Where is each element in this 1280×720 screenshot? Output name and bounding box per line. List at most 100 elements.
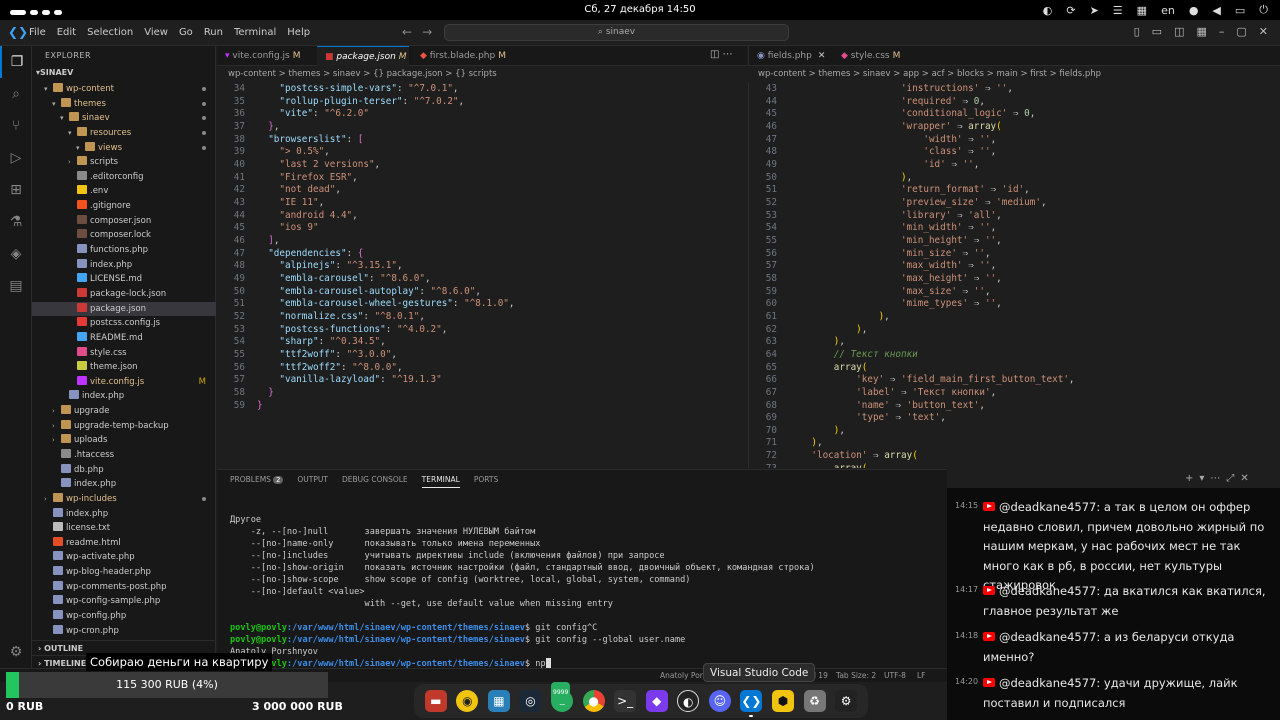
- file-tree-item[interactable]: postcss.config.js: [32, 316, 216, 331]
- tab-fields-php[interactable]: ◉ fields.php ✕: [749, 46, 833, 66]
- code-line[interactable]: 52 "normalize.css": "^8.0.1",: [217, 311, 425, 324]
- tab-debug-console[interactable]: DEBUG CONSOLE: [342, 475, 408, 488]
- code-line[interactable]: 40 "last 2 versions",: [217, 159, 380, 172]
- settings-gear-icon[interactable]: ⚙: [0, 636, 32, 668]
- code-line[interactable]: 47 "dependencies": {: [217, 248, 364, 261]
- code-line[interactable]: 68 'name' ⇒ 'button_text',: [749, 400, 985, 413]
- code-line[interactable]: 67 'label' ⇒ 'Текст кнопки',: [749, 387, 996, 400]
- code-line[interactable]: 37 },: [217, 121, 280, 134]
- file-tree-item[interactable]: style.css: [32, 346, 216, 361]
- code-line[interactable]: 43 "IE 11",: [217, 197, 324, 210]
- code-line[interactable]: 36 "vite": "^6.2.0": [217, 108, 369, 121]
- tab-vite-config[interactable]: ▾ vite.config.js M: [217, 46, 317, 66]
- code-line[interactable]: 43 'instructions' ⇒ '',: [749, 83, 1013, 96]
- code-line[interactable]: 54 "sharp": "^0.34.5",: [217, 336, 386, 349]
- file-tree-item[interactable]: package-lock.json: [32, 287, 216, 302]
- add-terminal-icon[interactable]: +: [1185, 473, 1199, 484]
- code-line[interactable]: 52 'preview_size' ⇒ 'medium',: [749, 197, 1047, 210]
- code-line[interactable]: 53 'library' ⇒ 'all',: [749, 210, 1002, 223]
- code-line[interactable]: 58 'max_height' ⇒ '',: [749, 273, 1002, 286]
- forward-arrow-icon[interactable]: →: [422, 25, 442, 39]
- messenger-badge-icon[interactable]: 9999✆: [551, 682, 574, 712]
- gamepad-icon[interactable]: ⬢: [771, 690, 794, 712]
- close-panel-icon[interactable]: ✕: [1240, 473, 1254, 484]
- opera-icon[interactable]: ◐: [1043, 4, 1053, 17]
- power-icon[interactable]: ⏻: [1259, 3, 1268, 17]
- mic-icon[interactable]: ●: [1189, 4, 1199, 17]
- code-line[interactable]: 54 'min_width' ⇒ '',: [749, 222, 996, 235]
- code-line[interactable]: 62 ),: [749, 324, 868, 337]
- file-tree-item[interactable]: README.md: [32, 331, 216, 346]
- tab-terminal[interactable]: TERMINAL: [421, 475, 460, 488]
- source-control-icon[interactable]: ⑂: [0, 110, 32, 142]
- code-line[interactable]: 56 'min_size' ⇒ '',: [749, 248, 991, 261]
- file-tree-item[interactable]: vite.config.js M: [32, 375, 216, 390]
- code-line[interactable]: 45 "ios 9": [217, 222, 319, 235]
- code-line[interactable]: 61 ),: [749, 311, 890, 324]
- code-line[interactable]: 45 'conditional_logic' ⇒ 0,: [749, 108, 1036, 121]
- file-tree-item[interactable]: wp-activate.php: [32, 550, 216, 565]
- left-breadcrumb[interactable]: wp-content > themes > sinaev > {} packag…: [228, 66, 497, 83]
- code-line[interactable]: 57 'max_width' ⇒ '',: [749, 260, 996, 273]
- chrome-icon[interactable]: ●: [582, 690, 605, 712]
- code-line[interactable]: 47 'width' ⇒ '',: [749, 134, 996, 147]
- code-line[interactable]: 53 "postcss-functions": "^4.0.2",: [217, 324, 448, 337]
- file-tree-item[interactable]: wp-config.php: [32, 609, 216, 624]
- refresh-icon[interactable]: ⟳: [1066, 4, 1075, 17]
- back-arrow-icon[interactable]: ←: [402, 25, 422, 39]
- code-line[interactable]: 49 "embla-carousel": "^8.6.0",: [217, 273, 431, 286]
- split-editor-icon[interactable]: ◫ ⋯: [710, 49, 733, 60]
- file-tree-item[interactable]: .gitignore: [32, 199, 216, 214]
- menu-go[interactable]: Go: [179, 27, 193, 38]
- code-line[interactable]: 48 'class' ⇒ '',: [749, 146, 996, 159]
- testing-icon[interactable]: ⚗: [0, 206, 32, 238]
- extensions-icon[interactable]: ⊞: [0, 174, 32, 206]
- menu-run[interactable]: Run: [204, 27, 223, 38]
- code-line[interactable]: 35 "rollup-plugin-terser": "^7.0.2",: [217, 96, 464, 109]
- file-tree-item[interactable]: ▾ wp-content: [32, 82, 216, 97]
- menu-view[interactable]: View: [144, 27, 168, 38]
- file-tree-item[interactable]: ▾ sinaev: [32, 111, 216, 126]
- status-eol[interactable]: LF: [917, 671, 926, 680]
- store-icon[interactable]: ▦: [487, 690, 510, 712]
- tab-problems[interactable]: PROBLEMS 2: [230, 475, 284, 488]
- trash-icon[interactable]: ♻: [803, 690, 826, 712]
- terminal-output[interactable]: Другое -z, --[no-]null завершать значени…: [230, 514, 940, 670]
- file-tree-item[interactable]: readme.html: [32, 536, 216, 551]
- file-tree-item[interactable]: ▾ views: [32, 141, 216, 156]
- settings-icon[interactable]: ⚙: [835, 690, 858, 712]
- status-encoding[interactable]: UTF-8: [884, 671, 906, 680]
- menu-edit[interactable]: Edit: [57, 27, 76, 38]
- terminal-icon[interactable]: >_: [614, 690, 637, 712]
- steam-icon[interactable]: ◎: [519, 690, 542, 712]
- file-tree-item[interactable]: license.txt: [32, 521, 216, 536]
- code-line[interactable]: 50 ),: [749, 172, 912, 185]
- more-icon[interactable]: ⋯: [1210, 473, 1226, 484]
- code-line[interactable]: 56 "ttf2woff2": "^8.0.0",: [217, 362, 403, 375]
- vscode-icon[interactable]: ❮❯: [740, 690, 763, 717]
- code-line[interactable]: 38 "browserslist": [: [217, 134, 364, 147]
- code-line[interactable]: 50 "embla-carousel-autoplay": "^8.6.0",: [217, 286, 481, 299]
- code-line[interactable]: 55 'min_height' ⇒ '',: [749, 235, 1002, 248]
- layout-panel-icon[interactable]: ▭: [1152, 25, 1162, 38]
- file-tree-item[interactable]: › upgrade: [32, 404, 216, 419]
- command-center-search[interactable]: ⌕ sinaev: [444, 24, 789, 41]
- close-icon[interactable]: ✕: [1259, 25, 1268, 38]
- file-tree-item[interactable]: wp-comments-post.php: [32, 580, 216, 595]
- code-line[interactable]: 39 "> 0.5%",: [217, 146, 330, 159]
- tab-style-css[interactable]: ◆ style.css M: [833, 46, 913, 66]
- file-tree-item[interactable]: index.php: [32, 507, 216, 522]
- file-tree-item[interactable]: wp-blog-header.php: [32, 565, 216, 580]
- file-tree-item[interactable]: › upgrade-temp-backup: [32, 419, 216, 434]
- calendar-icon[interactable]: ▦: [1137, 4, 1147, 17]
- lang-indicator[interactable]: en: [1161, 4, 1175, 17]
- file-tree-item[interactable]: LICENSE.md: [32, 272, 216, 287]
- file-tree-item[interactable]: package.json: [32, 301, 216, 317]
- run-debug-icon[interactable]: ▷: [0, 142, 32, 174]
- code-line[interactable]: 64 // Текст кнопки: [749, 349, 918, 362]
- equalizer-icon[interactable]: ☰: [1113, 4, 1123, 17]
- code-line[interactable]: 46 ],: [217, 235, 280, 248]
- menu-file[interactable]: File: [29, 27, 46, 38]
- code-line[interactable]: 46 'wrapper' ⇒ array(: [749, 121, 1002, 134]
- file-tree-item[interactable]: theme.json: [32, 360, 216, 375]
